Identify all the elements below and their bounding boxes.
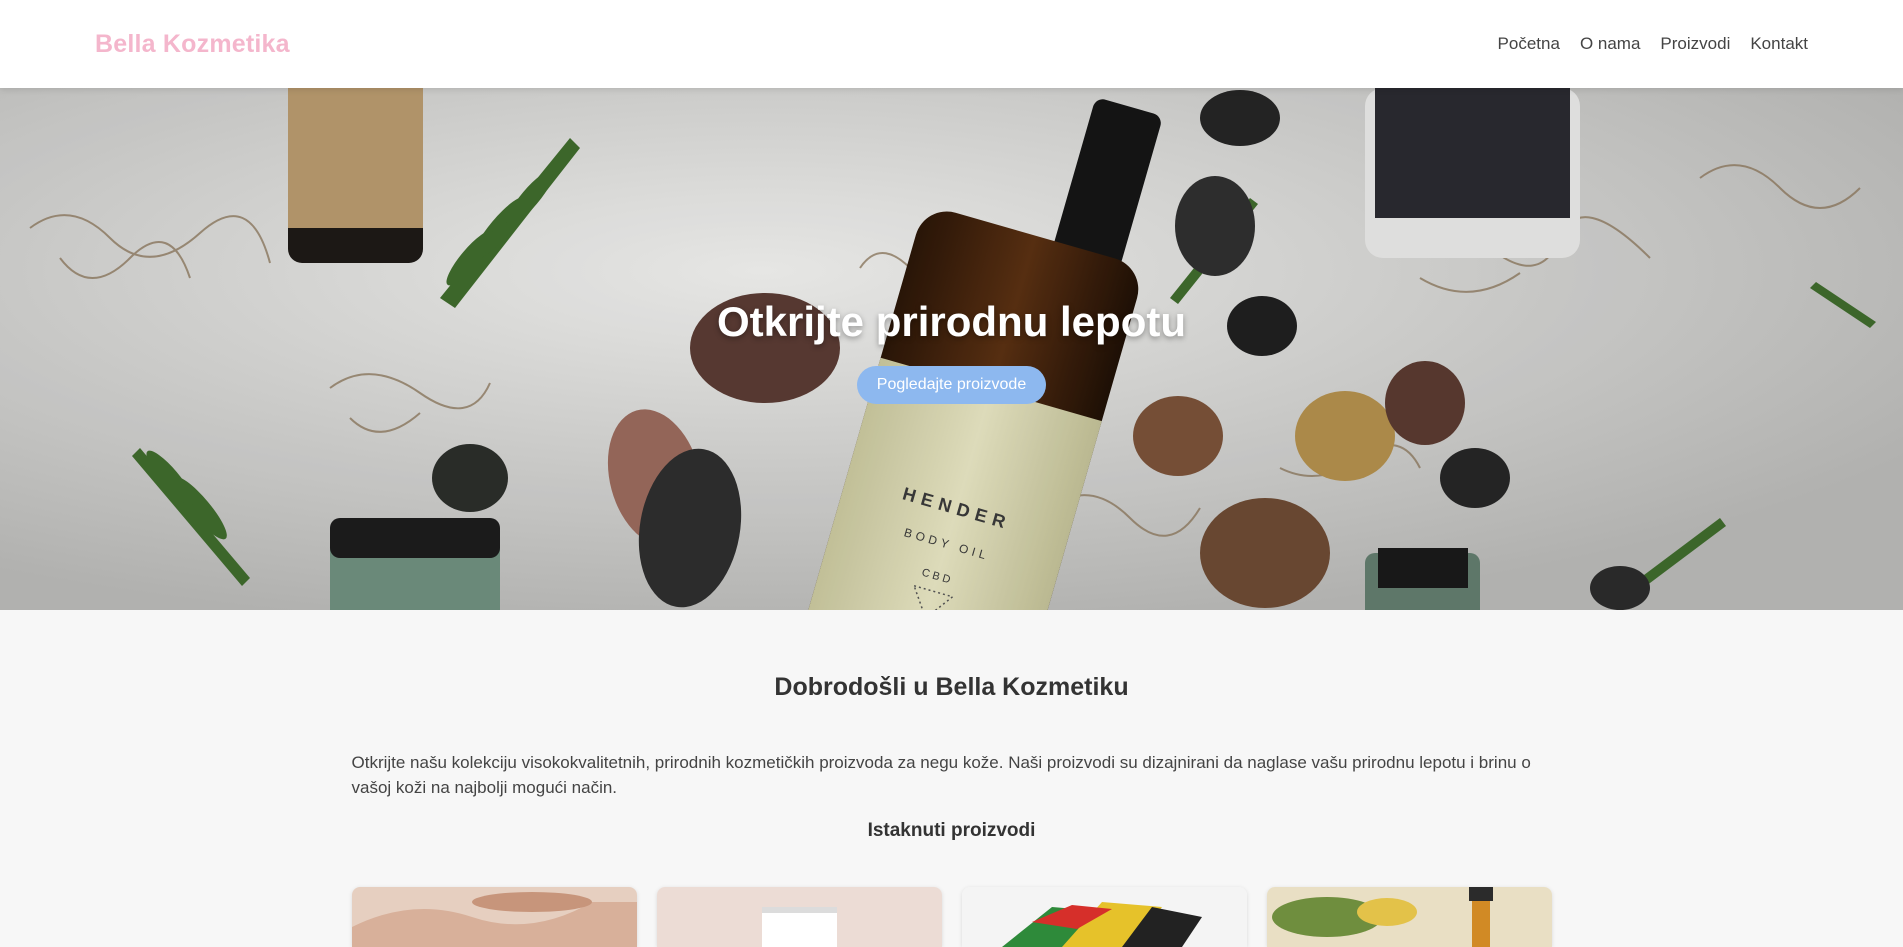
site-header: Bella Kozmetika Početna O nama Proizvodi…: [0, 0, 1903, 88]
product-card[interactable]: [961, 887, 1247, 947]
product-card[interactable]: [656, 887, 942, 947]
site-logo[interactable]: Bella Kozmetika: [95, 30, 290, 59]
hero-title: Otkrijte prirodnu lepotu: [717, 298, 1186, 345]
nav-link-kontakt[interactable]: Kontakt: [1750, 34, 1808, 54]
product-image: [961, 887, 1247, 947]
product-image: [656, 887, 942, 947]
intro-paragraph: Otkrijte našu kolekciju visokokvalitetni…: [351, 753, 1531, 797]
product-image: [351, 887, 637, 947]
view-products-button[interactable]: Pogledajte proizvode: [856, 366, 1047, 404]
product-card[interactable]: [351, 887, 637, 947]
featured-products-heading: Istaknuti proizvodi: [867, 820, 1036, 841]
nav-link-proizvodi[interactable]: Proizvodi: [1660, 34, 1730, 54]
product-image: [1266, 887, 1552, 947]
product-card[interactable]: [1266, 887, 1552, 947]
nav-link-o-nama[interactable]: O nama: [1580, 34, 1640, 54]
nav-link-pocetna[interactable]: Početna: [1498, 34, 1560, 54]
hero-section: HENDER BODY OIL CBD Otkrijte prirodnu le…: [0, 88, 1903, 610]
welcome-heading: Dobrodošli u Bella Kozmetiku: [774, 673, 1129, 701]
main-content: Dobrodošli u Bella Kozmetiku Otkrijte na…: [351, 610, 1552, 947]
featured-products-grid: [351, 887, 1552, 947]
main-nav: Početna O nama Proizvodi Kontakt: [1498, 34, 1808, 54]
hero-content: Otkrijte prirodnu lepotu Pogledajte proi…: [0, 298, 1903, 404]
